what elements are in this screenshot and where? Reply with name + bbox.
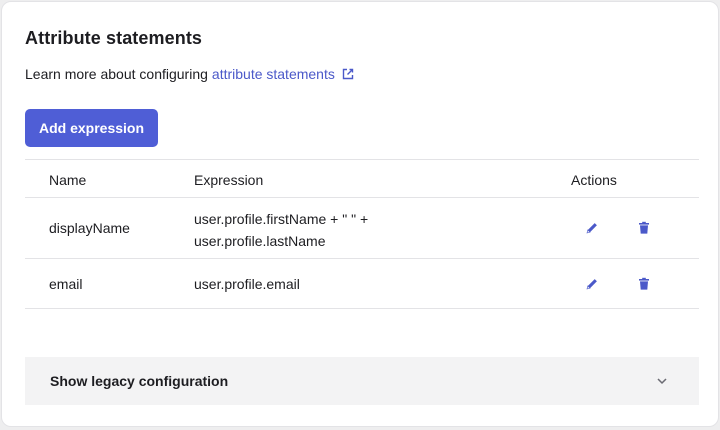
attribute-statements-card: Attribute statements Learn more about co… [1,1,719,427]
add-expression-button[interactable]: Add expression [25,109,158,147]
trash-delete-icon[interactable] [634,274,654,294]
row-expression: user.profile.email [194,276,300,292]
learn-more-text: Learn more about configuring attribute s… [25,66,355,82]
table-row: email user.profile.email [25,258,699,309]
legacy-label: Show legacy configuration [50,373,229,389]
row-expression: user.profile.firstName + " " + user.prof… [194,211,369,249]
column-header-expression: Expression [194,172,264,188]
table-row: displayName user.profile.firstName + " "… [25,197,699,258]
pencil-edit-icon[interactable] [582,218,602,238]
trash-delete-icon[interactable] [634,218,654,238]
chevron-down-icon [655,374,669,388]
column-header-actions: Actions [571,172,617,188]
show-legacy-configuration-toggle[interactable]: Show legacy configuration [25,357,699,405]
pencil-edit-icon[interactable] [582,274,602,294]
section-title: Attribute statements [25,28,203,48]
attribute-table: Name Expression Actions displayName user… [25,159,699,309]
row-name: email [49,276,83,292]
column-header-name: Name [49,172,87,188]
attribute-statements-link[interactable]: attribute statements [212,66,335,82]
external-link-icon[interactable] [341,67,355,81]
learn-more-prefix: Learn more about configuring [25,66,208,82]
row-name: displayName [49,220,130,236]
table-header-row: Name Expression Actions [25,159,699,197]
